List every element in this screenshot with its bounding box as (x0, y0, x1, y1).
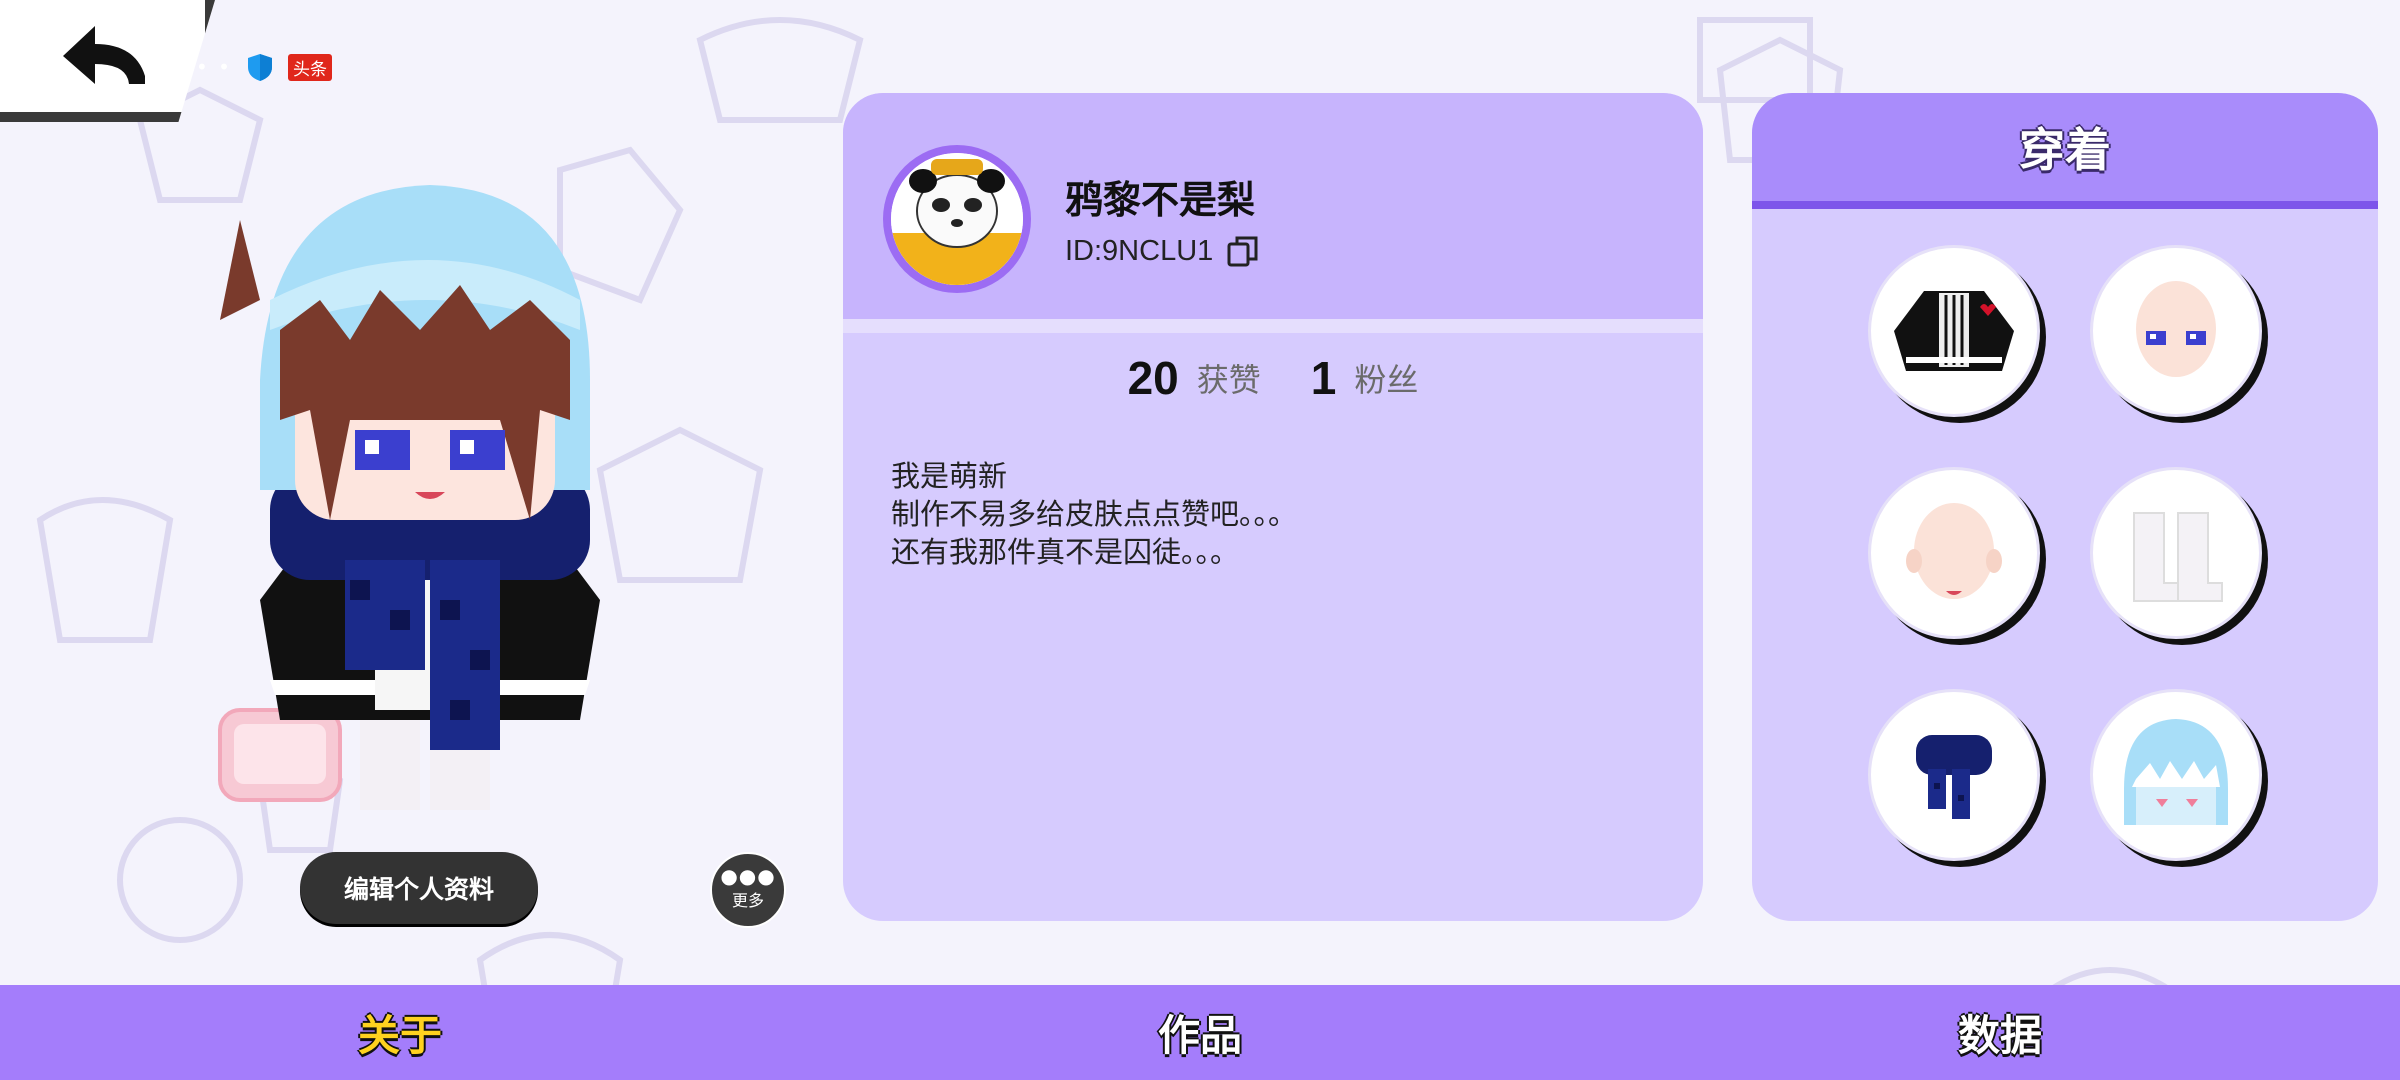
bio-line: 还有我那件真不是囚徒。。。 (891, 535, 1240, 569)
profile-avatar[interactable] (883, 145, 1031, 293)
wearing-grid (1868, 245, 2262, 861)
edit-profile-button[interactable]: 编辑个人资料 (300, 852, 538, 924)
jacket-icon (1894, 291, 2014, 371)
head-icon (1906, 503, 2002, 599)
more-button[interactable]: ●●● 更多 (710, 852, 786, 928)
wearing-title: 穿着 (1752, 93, 2378, 209)
profile-header: 鸦黎不是梨 ID:9NCLU1 (843, 93, 1703, 333)
wear-item-boots[interactable] (2090, 467, 2262, 639)
likes-label: 获赞 (1196, 361, 1261, 399)
wearing-card: 穿着 (1752, 93, 2378, 921)
panda-avatar-icon (891, 153, 1023, 285)
shark-hood-icon (2124, 719, 2228, 825)
stat-fans[interactable]: 1 粉丝 (1311, 351, 1419, 405)
profile-id: ID:9NCLU1 (1065, 234, 1214, 267)
likes-count: 20 (1127, 352, 1179, 404)
fans-count: 1 (1310, 352, 1337, 404)
wear-item-jacket[interactable] (1868, 245, 2040, 417)
wear-item-face[interactable] (2090, 245, 2262, 417)
wear-item-head[interactable] (1868, 467, 2040, 639)
tab-works[interactable]: 作品 (800, 985, 1600, 1080)
profile-bio: 我是萌新 制作不易多给皮肤点点赞吧。。。 还有我那件真不是囚徒。。。 (891, 457, 1297, 571)
stats-row: 20 获赞 1 粉丝 (843, 351, 1703, 405)
copy-icon[interactable] (1225, 233, 1261, 269)
profile-card: 鸦黎不是梨 ID:9NCLU1 20 获赞 1 粉丝 我是萌新 制作不易多给皮肤… (843, 93, 1703, 921)
profile-id-row: ID:9NCLU1 (1065, 233, 1261, 269)
avatar-figure (218, 185, 600, 810)
boots-icon (2133, 512, 2223, 602)
more-dots-icon: ●●● (720, 864, 776, 888)
wear-item-hood[interactable] (2090, 689, 2262, 861)
bottom-tab-bar: 关于 作品 数据 (0, 985, 2400, 1080)
news-badge: 头条 (287, 53, 332, 81)
face-icon (2136, 281, 2216, 377)
shield-icon (247, 54, 272, 81)
bio-line: 我是萌新 (891, 459, 1008, 493)
fans-label: 粉丝 (1354, 361, 1419, 399)
profile-name: 鸦黎不是梨 (1065, 178, 1256, 222)
tab-data[interactable]: 数据 (1600, 985, 2400, 1080)
scarf-icon (1916, 735, 1992, 819)
dots-icon: • • (196, 55, 232, 79)
wear-item-scarf[interactable] (1868, 689, 2040, 861)
more-label: 更多 (731, 891, 764, 910)
tab-about[interactable]: 关于 (0, 985, 800, 1080)
status-icons: • • 头条 (196, 52, 332, 82)
stat-likes[interactable]: 20 获赞 (1128, 351, 1261, 405)
back-button[interactable] (0, 0, 215, 122)
bio-line: 制作不易多给皮肤点点赞吧。。。 (891, 497, 1298, 531)
back-arrow-icon (63, 26, 145, 84)
